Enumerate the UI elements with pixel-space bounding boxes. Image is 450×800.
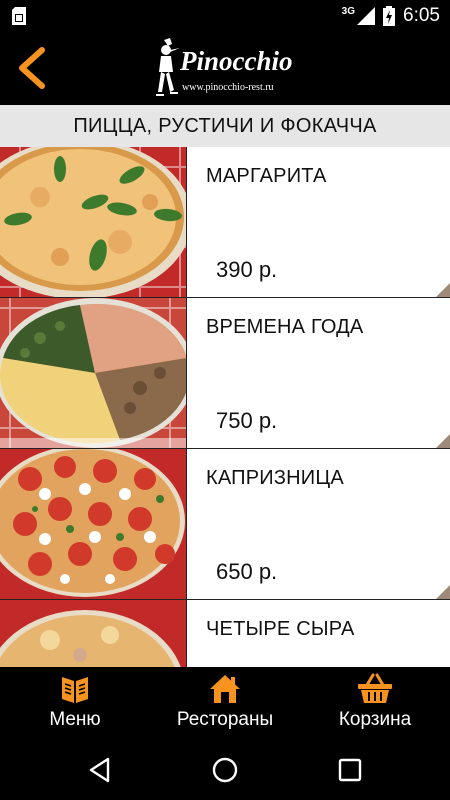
item-price: 390 р. (216, 257, 278, 282)
item-price: 650 р. (216, 559, 278, 584)
system-navigation-bar (0, 738, 450, 800)
menu-book-icon (62, 677, 88, 703)
item-name: МАРГАРИТА (206, 165, 327, 187)
pizza-image (0, 449, 187, 599)
back-arrow-icon[interactable] (14, 46, 50, 90)
item-name: КАПРИЗНИЦА (206, 467, 344, 489)
pizza-image (0, 600, 187, 667)
battery-charging-icon (383, 6, 396, 26)
home-icon (210, 675, 240, 703)
pinocchio-figure-icon (156, 38, 180, 96)
bottom-navigation: Меню Рестораны Корзина (0, 667, 450, 738)
nav-restaurants[interactable]: Рестораны (150, 667, 300, 738)
nav-cart-label: Корзина (338, 709, 412, 730)
menu-item-info: ВРЕМЕНА ГОДА 750 р. (187, 298, 450, 448)
pizza-image (0, 298, 187, 448)
sim-card-icon (12, 7, 26, 25)
back-triangle-icon[interactable] (86, 756, 114, 784)
corner-marker (436, 283, 450, 297)
brand-website: www.pinocchio-rest.ru (182, 82, 274, 93)
recents-square-icon[interactable] (336, 756, 364, 784)
item-name: ВРЕМЕНА ГОДА (206, 316, 364, 338)
menu-item[interactable]: ВРЕМЕНА ГОДА 750 р. (0, 298, 450, 449)
menu-item[interactable]: КАПРИЗНИЦА 650 р. (0, 449, 450, 600)
menu-item[interactable]: МАРГАРИТА 390 р. (0, 147, 450, 298)
network-type: 3G (341, 5, 356, 17)
pinocchio-logo: Pinocchio www.pinocchio-rest.ru (152, 38, 302, 100)
nav-menu-label: Меню (49, 709, 101, 730)
menu-item-info: ЧЕТЫРЕ СЫРА (187, 600, 450, 667)
signal-icon (357, 7, 376, 25)
corner-marker (436, 434, 450, 448)
basket-icon (358, 673, 392, 703)
nav-restaurants-label: Рестораны (176, 709, 274, 730)
status-bar: 3G 6:05 (0, 0, 450, 32)
menu-item-info: МАРГАРИТА 390 р. (187, 147, 450, 297)
menu-list[interactable]: МАРГАРИТА 390 р. ВРЕМЕНА ГОДА 750 р. КАП… (0, 147, 450, 667)
item-name: ЧЕТЫРЕ СЫРА (206, 618, 355, 640)
corner-marker (436, 585, 450, 599)
home-circle-icon[interactable] (211, 756, 239, 784)
menu-item-info: КАПРИЗНИЦА 650 р. (187, 449, 450, 599)
brand-name: Pinocchio (180, 46, 293, 76)
nav-cart[interactable]: Корзина (300, 667, 450, 738)
nav-menu[interactable]: Меню (0, 667, 150, 738)
app-bar: Pinocchio www.pinocchio-rest.ru (0, 32, 450, 105)
menu-item[interactable]: ЧЕТЫРЕ СЫРА (0, 600, 450, 667)
item-price: 750 р. (216, 408, 278, 433)
category-title: ПИЦЦА, РУСТИЧИ И ФОКАЧЧА (0, 105, 450, 147)
pizza-image (0, 147, 187, 297)
clock: 6:05 (403, 5, 440, 26)
